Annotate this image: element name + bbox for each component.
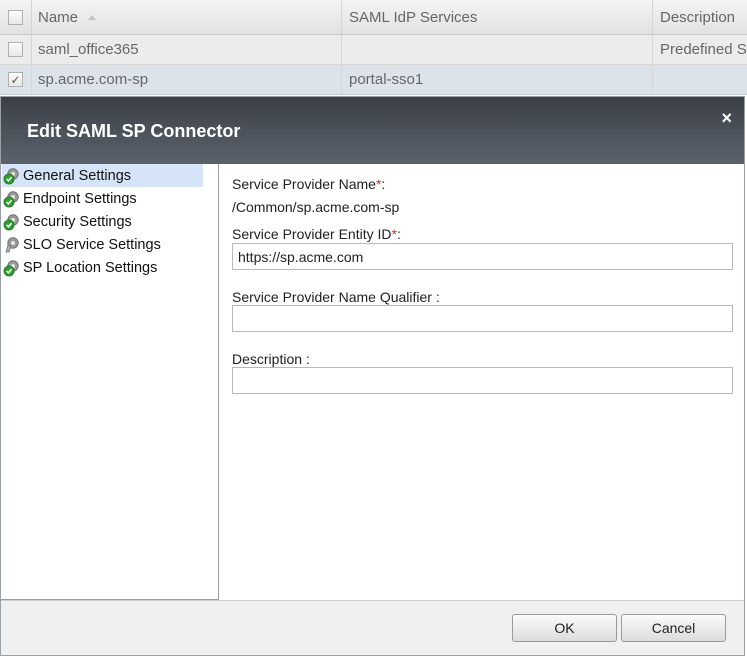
column-header-name-label: Name bbox=[38, 8, 79, 26]
close-icon[interactable]: × bbox=[721, 109, 732, 127]
green-check-gear-icon bbox=[3, 191, 19, 208]
name-qualifier-label: Service Provider Name Qualifier : bbox=[232, 289, 440, 305]
entity-id-label-text: Service Provider Entity ID bbox=[232, 226, 392, 242]
row-name-cell[interactable]: sp.acme.com-sp bbox=[32, 65, 342, 94]
settings-nav: General Settings Endpoint Settings Secur… bbox=[1, 164, 219, 600]
row-checkbox[interactable]: ✓ bbox=[8, 72, 23, 87]
nav-item-sp-location-settings[interactable]: SP Location Settings bbox=[2, 256, 203, 279]
column-header-description[interactable]: Description bbox=[653, 0, 747, 34]
column-header-idp-services[interactable]: SAML IdP Services bbox=[342, 0, 653, 34]
select-all-cell bbox=[0, 0, 32, 34]
row-name-cell[interactable]: saml_office365 bbox=[32, 35, 342, 64]
row-checkbox[interactable] bbox=[8, 42, 23, 57]
column-header-name[interactable]: Name bbox=[32, 0, 342, 34]
dialog-title-bar[interactable]: Edit SAML SP Connector × bbox=[1, 97, 744, 164]
row-idp-cell: portal-sso1 bbox=[342, 65, 653, 94]
label-colon: : bbox=[431, 289, 440, 305]
column-header-idp-label: SAML IdP Services bbox=[349, 8, 478, 26]
row-idp-cell bbox=[342, 35, 653, 64]
label-colon: : bbox=[396, 226, 401, 242]
description-label: Description : bbox=[232, 351, 310, 367]
table-row[interactable]: ✓ sp.acme.com-sp portal-sso1 bbox=[0, 65, 747, 95]
ok-button[interactable]: OK bbox=[512, 614, 617, 642]
nav-item-label: SP Location Settings bbox=[23, 259, 158, 276]
row-select-cell bbox=[0, 35, 32, 64]
nav-item-security-settings[interactable]: Security Settings bbox=[2, 210, 203, 233]
nav-item-label: General Settings bbox=[23, 167, 132, 184]
name-qualifier-input[interactable] bbox=[232, 305, 733, 332]
nav-item-label: SLO Service Settings bbox=[23, 236, 161, 253]
description-label-text: Description bbox=[232, 351, 303, 367]
nav-item-slo-service-settings[interactable]: SLO Service Settings bbox=[2, 233, 203, 256]
nav-item-general-settings[interactable]: General Settings bbox=[2, 164, 203, 187]
nav-item-endpoint-settings[interactable]: Endpoint Settings bbox=[2, 187, 203, 210]
label-colon: : bbox=[302, 351, 310, 367]
name-qualifier-label-text: Service Provider Name Qualifier bbox=[232, 289, 432, 305]
description-input[interactable] bbox=[232, 367, 733, 394]
label-colon: : bbox=[381, 176, 386, 192]
column-header-description-label: Description bbox=[660, 8, 736, 26]
dialog-body: General Settings Endpoint Settings Secur… bbox=[1, 164, 744, 600]
sort-ascending-icon bbox=[88, 14, 97, 20]
cancel-button[interactable]: Cancel bbox=[621, 614, 726, 642]
entity-id-input[interactable] bbox=[232, 243, 733, 270]
edit-saml-sp-connector-dialog: Edit SAML SP Connector × General Setting… bbox=[0, 96, 745, 656]
green-check-gear-icon bbox=[3, 214, 19, 231]
dialog-footer: OK Cancel bbox=[1, 600, 744, 655]
sp-name-label: Service Provider Name*: bbox=[232, 176, 385, 192]
row-select-cell: ✓ bbox=[0, 65, 32, 94]
nav-item-label: Endpoint Settings bbox=[23, 190, 137, 207]
nav-item-label: Security Settings bbox=[23, 213, 132, 230]
row-description-cell bbox=[653, 65, 747, 94]
saml-sp-table: Name SAML IdP Services Description saml_… bbox=[0, 0, 747, 96]
table-row[interactable]: saml_office365 Predefined S bbox=[0, 35, 747, 65]
sp-name-value: /Common/sp.acme.com-sp bbox=[232, 199, 400, 215]
select-all-checkbox[interactable] bbox=[8, 9, 23, 25]
gear-icon bbox=[5, 237, 19, 253]
dialog-title: Edit SAML SP Connector bbox=[27, 121, 241, 141]
entity-id-label: Service Provider Entity ID*: bbox=[232, 226, 401, 242]
green-check-gear-icon bbox=[3, 168, 19, 185]
row-description-cell: Predefined S bbox=[660, 41, 747, 58]
sp-name-label-text: Service Provider Name bbox=[232, 176, 376, 192]
green-check-gear-icon bbox=[3, 260, 19, 277]
table-header: Name SAML IdP Services Description bbox=[0, 0, 747, 35]
